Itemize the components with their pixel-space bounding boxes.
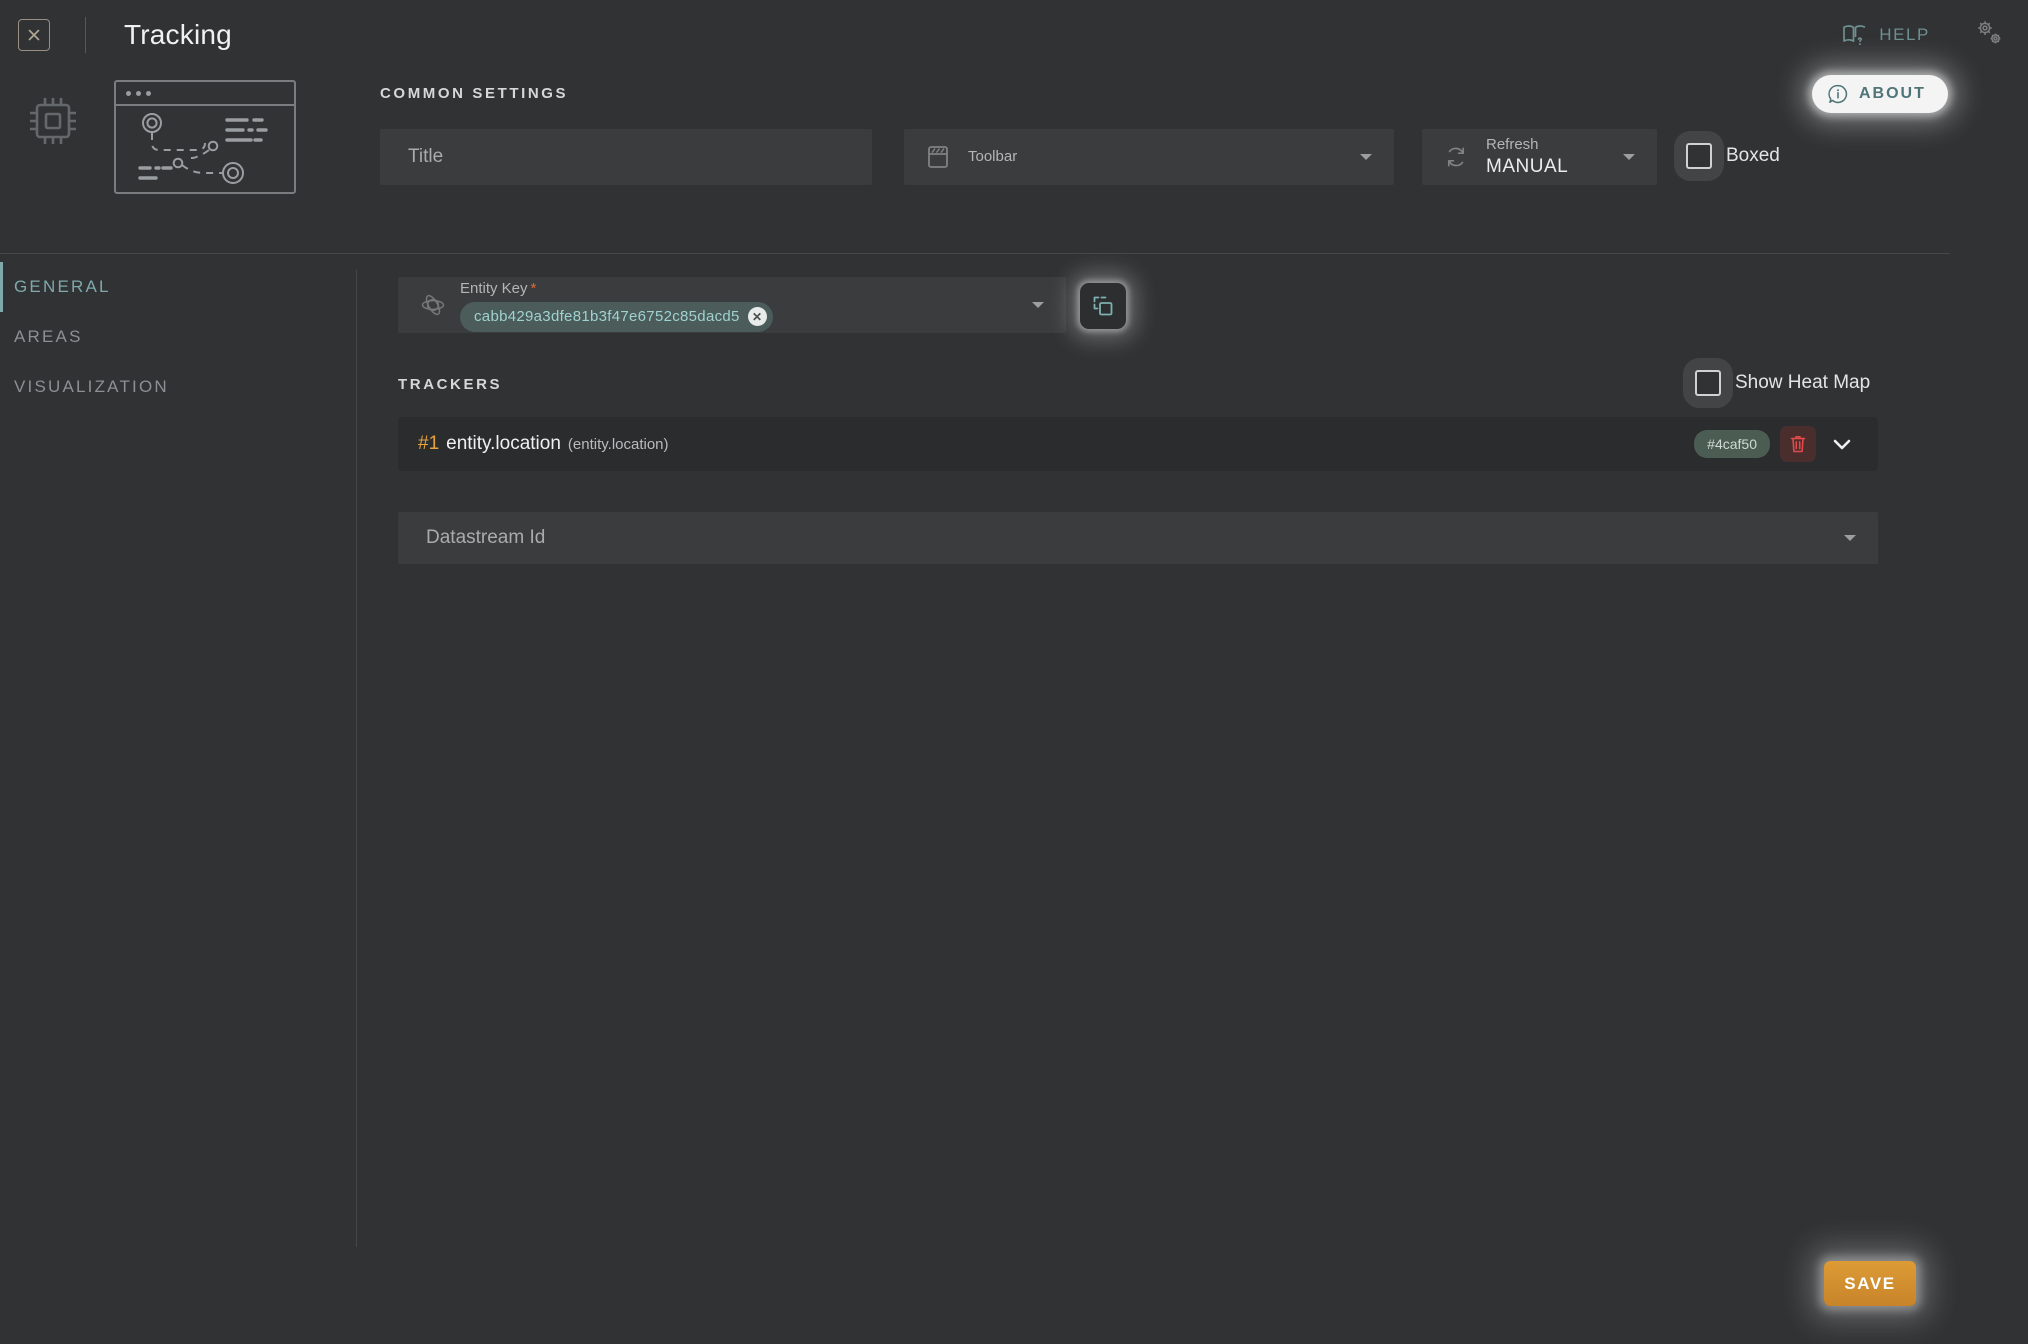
copy-entity-button[interactable] — [1080, 283, 1126, 329]
expand-tracker-button[interactable] — [1826, 428, 1858, 460]
preview-titlebar — [116, 82, 294, 106]
datastream-id-select[interactable]: Datastream Id — [398, 512, 1878, 564]
chip-icon — [30, 98, 76, 144]
close-icon — [28, 29, 40, 41]
trackers-heading: TRACKERS — [398, 376, 503, 393]
refresh-select[interactable]: Refresh MANUAL — [1422, 129, 1657, 185]
show-heat-map-label: Show Heat Map — [1735, 372, 1871, 393]
tracker-row-actions: #4caf50 — [1694, 426, 1858, 462]
entity-key-chip[interactable]: cabb429a3dfe81b3f47e6752c85dacd5 ✕ — [460, 301, 773, 332]
page-title: Tracking — [124, 19, 232, 50]
preview-dot — [136, 90, 141, 96]
preview-dot — [126, 90, 131, 96]
tracker-color-badge[interactable]: #4caf50 — [1694, 430, 1770, 458]
close-circle-icon[interactable]: ✕ — [747, 307, 767, 326]
save-button[interactable]: SAVE — [1824, 1261, 1916, 1306]
sidebar-divider — [356, 270, 357, 1247]
tracker-index: #1 — [418, 433, 440, 454]
toolbar-select[interactable]: Toolbar — [904, 129, 1394, 185]
common-settings-heading: COMMON SETTINGS — [380, 85, 569, 102]
tracker-source: (entity.location) — [567, 436, 669, 453]
datastream-id-placeholder: Datastream Id — [426, 527, 546, 548]
chevron-down-icon — [1844, 535, 1856, 541]
tracker-name: entity.location — [446, 433, 561, 454]
copy-duplicate-icon — [1093, 296, 1113, 316]
preview-dot — [146, 90, 151, 96]
widget-settings-window: Tracking HELP ABOUT COMMON SETTINGS Titl… — [0, 0, 2028, 1344]
show-heat-map-checkbox-box — [1695, 370, 1721, 396]
sidebar-item-areas[interactable]: AREAS — [0, 312, 356, 362]
help-button[interactable]: HELP — [1842, 24, 1930, 46]
checkbox-unchecked-icon — [1686, 143, 1712, 169]
entity-key-stack: Entity Key * cabb429a3dfe81b3f47e6752c85d… — [460, 279, 773, 332]
entity-key-select[interactable]: Entity Key * cabb429a3dfe81b3f47e6752c85d… — [398, 277, 1066, 333]
table-row[interactable]: #1 entity.location (entity.location) #4c… — [398, 417, 1878, 471]
close-button[interactable] — [18, 19, 50, 51]
chevron-down-icon — [1623, 154, 1635, 160]
toolbar-icon — [926, 144, 950, 170]
chevron-down-icon — [1360, 154, 1372, 160]
settings-gears-button[interactable] — [1972, 16, 2006, 55]
sidebar-item-label: VISUALIZATION — [14, 377, 169, 396]
entity-key-chip-value: cabb429a3dfe81b3f47e6752c85dacd5 — [474, 308, 740, 325]
sidebar-item-label: GENERAL — [14, 277, 111, 296]
titlebar-actions: HELP — [1842, 0, 2028, 70]
refresh-value-stack: Refresh MANUAL — [1486, 135, 1568, 179]
about-button[interactable]: ABOUT — [1812, 75, 1948, 113]
delete-tracker-button[interactable] — [1780, 426, 1816, 462]
trash-icon — [1790, 436, 1806, 453]
refresh-label: Refresh — [1486, 136, 1539, 153]
checkbox-unchecked-icon — [1695, 370, 1721, 396]
help-label: HELP — [1879, 25, 1930, 44]
toolbar-value-stack: Toolbar — [968, 147, 1017, 167]
gears-icon — [1978, 20, 2001, 43]
widget-preview-thumbnail — [114, 80, 296, 194]
chevron-down-icon — [1032, 302, 1044, 308]
title-input[interactable]: Title — [380, 129, 872, 185]
boxed-checkbox-box — [1686, 143, 1712, 169]
preview-tracking-path-icon — [138, 113, 268, 184]
sidebar-item-visualization[interactable]: VISUALIZATION — [0, 362, 356, 412]
refresh-icon — [1444, 145, 1468, 169]
boxed-checkbox[interactable]: Boxed — [1686, 143, 1780, 169]
title-placeholder: Title — [408, 146, 444, 167]
settings-tabs-sidebar: GENERAL AREAS VISUALIZATION — [0, 262, 356, 412]
sidebar-item-label: AREAS — [14, 327, 83, 346]
tracker-row-text: #1 entity.location (entity.location) — [418, 433, 669, 455]
book-question-icon — [1843, 25, 1866, 46]
chevron-down-icon — [1833, 439, 1851, 450]
boxed-label: Boxed — [1726, 145, 1780, 166]
section-divider — [0, 253, 1950, 254]
required-asterisk: * — [530, 279, 537, 297]
about-label: ABOUT — [1859, 85, 1926, 102]
titlebar-divider — [85, 17, 86, 53]
show-heat-map-checkbox[interactable]: Show Heat Map — [1695, 370, 1870, 396]
sidebar-item-general[interactable]: GENERAL — [0, 262, 356, 312]
entity-key-label: Entity Key * — [460, 279, 537, 297]
toolbar-label: Toolbar — [968, 148, 1018, 165]
target-entity-icon — [420, 292, 446, 318]
info-circle-icon — [1828, 84, 1848, 104]
title-bar: Tracking HELP — [0, 0, 2028, 70]
widget-type-chip-icon — [22, 90, 84, 157]
refresh-value: MANUAL — [1486, 156, 1569, 177]
